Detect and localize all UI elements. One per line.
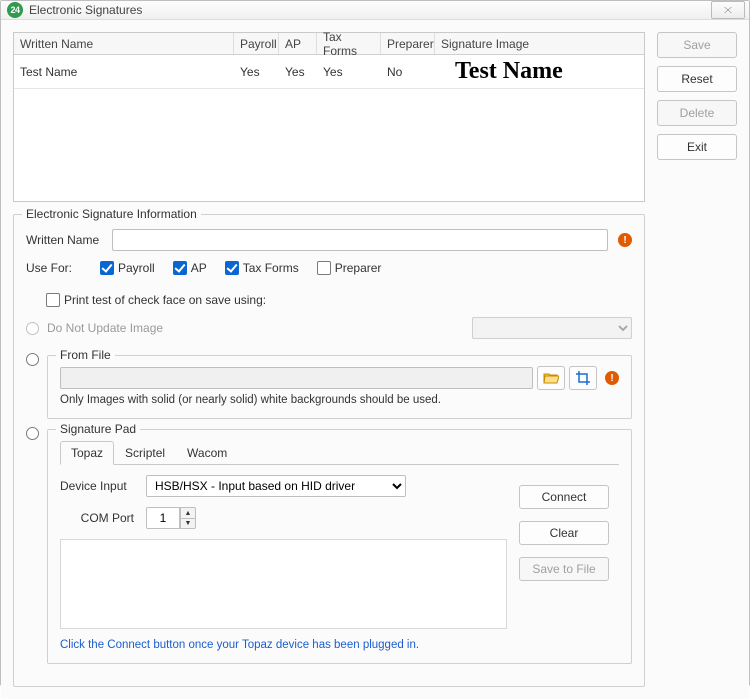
com-port-row: COM Port ▲ ▼ xyxy=(60,507,507,529)
crop-button[interactable] xyxy=(569,366,597,390)
col-payroll[interactable]: Payroll xyxy=(234,33,279,54)
window-close-button[interactable] xyxy=(711,1,745,19)
file-warning-icon: ! xyxy=(605,371,619,385)
com-port-label: COM Port xyxy=(60,511,140,525)
preparer-check-input[interactable] xyxy=(317,261,331,275)
sigpad-pane: Device Input HSB/HSX - Input based on HI… xyxy=(60,475,619,651)
signature-info-group: Electronic Signature Information Written… xyxy=(13,214,645,687)
warning-icon: ! xyxy=(618,233,632,247)
file-path-input[interactable] xyxy=(60,367,533,389)
signature-canvas[interactable] xyxy=(60,539,507,629)
preparer-check-label: Preparer xyxy=(335,261,382,275)
delete-button: Delete xyxy=(657,100,737,126)
com-port-down[interactable]: ▼ xyxy=(180,518,196,529)
written-name-input[interactable] xyxy=(112,229,608,251)
grid-header: Written Name Payroll AP Tax Forms Prepar… xyxy=(14,33,644,55)
from-file-group-title: From File xyxy=(56,348,115,362)
taxforms-check-input[interactable] xyxy=(225,261,239,275)
com-port-input[interactable] xyxy=(146,507,180,529)
from-file-note: Only Images with solid (or nearly solid)… xyxy=(60,394,619,406)
cell-name: Test Name xyxy=(14,63,234,81)
side-column: Save Reset Delete Exit xyxy=(657,32,737,687)
tab-wacom[interactable]: Wacom xyxy=(176,441,238,465)
no-update-row: Do Not Update Image xyxy=(26,317,632,339)
print-test-check-label: Print test of check face on save using: xyxy=(64,293,266,307)
browse-button[interactable] xyxy=(537,366,565,390)
device-input-label: Device Input xyxy=(60,479,140,493)
ap-check-input[interactable] xyxy=(173,261,187,275)
written-name-row: Written Name ! xyxy=(26,229,632,251)
com-port-up[interactable]: ▲ xyxy=(180,507,196,518)
close-icon xyxy=(722,5,734,15)
cell-tax: Yes xyxy=(317,63,381,81)
taxforms-checkbox[interactable]: Tax Forms xyxy=(225,261,299,275)
exit-button[interactable]: Exit xyxy=(657,134,737,160)
save-button: Save xyxy=(657,32,737,58)
from-file-group: From File xyxy=(47,355,632,419)
sigpad-hint: Click the Connect button once your Topaz… xyxy=(60,639,507,651)
sigpad-tabs: Topaz Scriptel Wacom xyxy=(60,440,619,465)
col-preparer[interactable]: Preparer xyxy=(381,33,435,54)
payroll-check-input[interactable] xyxy=(100,261,114,275)
app-icon: 24 xyxy=(7,2,23,18)
no-update-radio xyxy=(26,322,39,335)
preparer-checkbox[interactable]: Preparer xyxy=(317,261,382,275)
sigpad-row: Signature Pad Topaz Scriptel Wacom Devic… xyxy=(26,423,632,664)
col-ap[interactable]: AP xyxy=(279,33,317,54)
payroll-check-label: Payroll xyxy=(118,261,155,275)
folder-open-icon xyxy=(543,371,559,385)
device-input-select[interactable]: HSB/HSX - Input based on HID driver xyxy=(146,475,406,497)
taxforms-check-label: Tax Forms xyxy=(243,261,299,275)
from-file-radio[interactable] xyxy=(26,353,39,366)
sigpad-right: Connect Clear Save to File xyxy=(519,475,619,651)
print-test-checkbox[interactable]: Print test of check face on save using: xyxy=(46,293,266,307)
save-to-file-button: Save to File xyxy=(519,557,609,581)
reset-button[interactable]: Reset xyxy=(657,66,737,92)
window-body: Written Name Payroll AP Tax Forms Prepar… xyxy=(1,20,749,699)
use-for-row: Use For: Payroll AP Tax Forms Preparer P… xyxy=(26,261,632,307)
cell-signature-image: Test Name xyxy=(435,56,644,87)
cell-ap: Yes xyxy=(279,63,317,81)
payroll-checkbox[interactable]: Payroll xyxy=(100,261,155,275)
sigpad-left: Device Input HSB/HSX - Input based on HI… xyxy=(60,475,507,651)
titlebar: 24 Electronic Signatures xyxy=(1,1,749,20)
print-test-select xyxy=(472,317,632,339)
main-column: Written Name Payroll AP Tax Forms Prepar… xyxy=(13,32,645,687)
file-path-row: ! xyxy=(60,366,619,390)
col-written-name[interactable]: Written Name xyxy=(14,33,234,54)
col-tax-forms[interactable]: Tax Forms xyxy=(317,33,381,54)
use-for-label: Use For: xyxy=(26,261,82,275)
ap-check-label: AP xyxy=(191,261,207,275)
no-update-label: Do Not Update Image xyxy=(47,321,163,335)
table-row[interactable]: Test Name Yes Yes Yes No Test Name xyxy=(14,55,644,89)
tab-topaz[interactable]: Topaz xyxy=(60,441,114,465)
cell-payroll: Yes xyxy=(234,63,279,81)
sigpad-radio[interactable] xyxy=(26,427,39,440)
window: 24 Electronic Signatures Written Name Pa… xyxy=(0,0,750,686)
window-title: Electronic Signatures xyxy=(29,3,711,17)
cell-preparer: No xyxy=(381,63,435,81)
crop-icon xyxy=(576,371,590,385)
device-input-row: Device Input HSB/HSX - Input based on HI… xyxy=(60,475,507,497)
signatures-grid: Written Name Payroll AP Tax Forms Prepar… xyxy=(13,32,645,202)
sigpad-group-title: Signature Pad xyxy=(56,422,140,436)
tab-scriptel[interactable]: Scriptel xyxy=(114,441,176,465)
print-test-check-input[interactable] xyxy=(46,293,60,307)
connect-button[interactable]: Connect xyxy=(519,485,609,509)
signature-info-group-title: Electronic Signature Information xyxy=(22,207,201,221)
from-file-row: From File xyxy=(26,349,632,419)
clear-button[interactable]: Clear xyxy=(519,521,609,545)
written-name-label: Written Name xyxy=(26,233,106,247)
sigpad-group: Signature Pad Topaz Scriptel Wacom Devic… xyxy=(47,429,632,664)
ap-checkbox[interactable]: AP xyxy=(173,261,207,275)
col-signature-image[interactable]: Signature Image xyxy=(435,33,644,54)
com-port-stepper[interactable]: ▲ ▼ xyxy=(146,507,196,529)
